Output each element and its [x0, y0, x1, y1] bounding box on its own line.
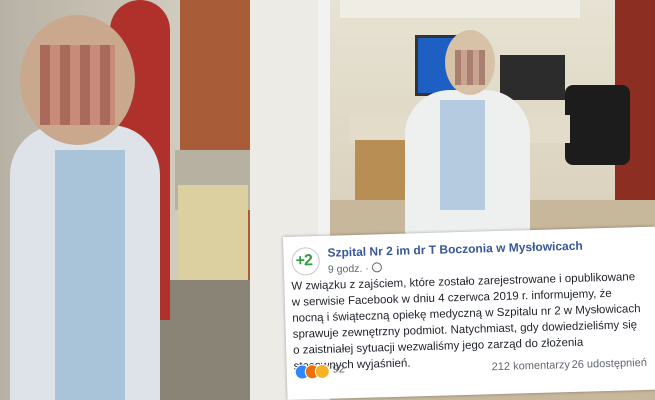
hospital-logo[interactable]: +2 — [291, 246, 321, 276]
face-blur-right — [455, 50, 485, 85]
page-name-link[interactable]: Szpital Nr 2 im dr T Boczonia w Mysłowic… — [327, 239, 583, 260]
post-timestamp[interactable]: 9 godz. · — [327, 262, 382, 276]
blue-shirt — [55, 150, 125, 400]
globe-icon — [371, 262, 382, 273]
face-blur — [40, 45, 115, 125]
haha-icon — [314, 363, 330, 380]
reaction-count: 92 — [332, 363, 346, 376]
cabinet — [178, 185, 248, 280]
facebook-post-card: +2 Szpital Nr 2 im dr T Boczonia w Mysło… — [283, 226, 655, 400]
left-photo — [0, 0, 318, 400]
blue-shirt-right — [440, 100, 485, 210]
shelf — [340, 0, 580, 18]
comments-count-link[interactable]: 212 komentarzy — [492, 359, 571, 373]
office-chair — [565, 85, 630, 165]
timestamp-text: 9 godz. · — [327, 262, 369, 276]
printer — [500, 55, 565, 100]
shares-count-link[interactable]: 26 udostępnień — [572, 357, 648, 371]
